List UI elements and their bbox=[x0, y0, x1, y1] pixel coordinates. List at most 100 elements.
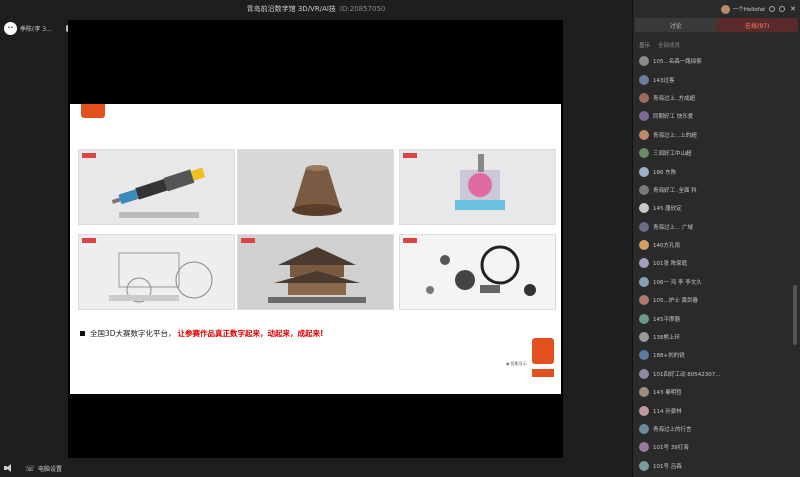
list-item[interactable]: 三闻好工中山超 bbox=[633, 144, 793, 162]
user-name-label: 186 东陈 bbox=[653, 169, 677, 176]
close-icon[interactable]: ✕ bbox=[790, 5, 796, 13]
list-item[interactable]: 143过客 bbox=[633, 70, 793, 88]
participant-panel: 一个Hellofat ✕ 讨论 在线(97) 显示 全部成员 105...名森一… bbox=[632, 0, 800, 477]
thumb-logo bbox=[403, 153, 417, 158]
user-list-scrollbar[interactable] bbox=[793, 285, 797, 345]
user-name-label: 188+刘的锐 bbox=[653, 353, 685, 360]
avatar bbox=[639, 442, 649, 453]
panel-header: 一个Hellofat ✕ bbox=[633, 0, 800, 18]
user-name-label: 138熊上环 bbox=[653, 335, 680, 342]
list-item[interactable]: 188+刘的锐 bbox=[633, 346, 793, 364]
video-stage: 全国3D大赛数字化平台， 让参赛作品真正数字起来，动起来，成起来! ◉ 投影显示 bbox=[68, 20, 563, 458]
caption-highlight: 让参赛作品真正数字起来，动起来，成起来! bbox=[177, 329, 324, 338]
thumb-exploded-model bbox=[399, 234, 556, 310]
list-item[interactable]: 105...护士 黄剑春 bbox=[633, 291, 793, 309]
user-name-label: 101号 39打海 bbox=[653, 445, 689, 452]
list-item[interactable]: 101号 吕森 bbox=[633, 457, 793, 475]
list-header-label: 显示 bbox=[639, 43, 651, 49]
slide-logo bbox=[81, 104, 105, 118]
user-name-label: 105...名森一路探索 bbox=[653, 59, 702, 66]
user-name-label: 101张 陈家庭 bbox=[653, 261, 688, 268]
user-name-label: 106一 鸿 李 李文久 bbox=[653, 279, 702, 286]
thumb-logo bbox=[241, 238, 255, 243]
meeting-app: 青岛前沿数字馆 3D/VR/AI技 ID:20857050 •• 季陈(李 3.… bbox=[0, 0, 800, 477]
avatar bbox=[639, 332, 649, 343]
avatar bbox=[639, 166, 649, 177]
slide-action-button[interactable] bbox=[532, 338, 554, 364]
tab-online[interactable]: 在线(97) bbox=[716, 18, 798, 32]
list-item[interactable]: 青海过上的行言 bbox=[633, 420, 793, 438]
avatar bbox=[639, 56, 649, 67]
avatar bbox=[639, 460, 649, 471]
user-name-label: 三闻好工中山超 bbox=[653, 151, 692, 158]
list-item[interactable]: 143 秦明哲 bbox=[633, 383, 793, 401]
user-avatar[interactable] bbox=[720, 4, 730, 14]
avatar bbox=[639, 276, 649, 287]
user-name-label: 143 秦明哲 bbox=[653, 390, 682, 397]
rocket-model-illustration bbox=[111, 167, 206, 218]
user-name-label: 青海过上的行言 bbox=[653, 427, 692, 433]
user-name-label: 105...护士 黄剑春 bbox=[653, 298, 698, 305]
user-name-label: 140方孔雨 bbox=[653, 243, 680, 250]
room-id: ID:20857050 bbox=[339, 5, 386, 13]
list-item[interactable]: 同期好工 快乐爱 bbox=[633, 107, 793, 125]
list-header: 显示 全部成员 bbox=[633, 38, 800, 52]
list-item[interactable]: 138熊上环 bbox=[633, 328, 793, 346]
thumb-logo bbox=[403, 238, 417, 243]
list-item[interactable]: 101张 陈家庭 bbox=[633, 254, 793, 272]
list-item[interactable]: 140方孔雨 bbox=[633, 236, 793, 254]
thumb-engine-model bbox=[399, 149, 556, 225]
list-item[interactable]: 114 孙景林 bbox=[633, 401, 793, 419]
user-name-label: 青海好工..全面 科 bbox=[653, 187, 697, 194]
tab-discussion[interactable]: 讨论 bbox=[635, 18, 717, 32]
user-name-label: 143过客 bbox=[653, 77, 675, 84]
thumb-logo bbox=[82, 153, 96, 158]
user-name-label: 114 孙景林 bbox=[653, 408, 682, 415]
avatar bbox=[639, 240, 649, 251]
user-name: 一个Hellofat bbox=[732, 7, 766, 13]
avatar bbox=[639, 258, 649, 269]
list-item[interactable]: 青海过上... 广域 bbox=[633, 218, 793, 236]
list-item[interactable]: 青海好工..全面 科 bbox=[633, 181, 793, 199]
avatar bbox=[639, 203, 649, 214]
loader-model-illustration bbox=[109, 252, 213, 303]
caption-prefix: 全国3D大赛数字化平台， bbox=[90, 329, 176, 338]
panel-tabs: 讨论 在线(97) bbox=[635, 18, 798, 32]
user-name-label: 101四好工动 80542307... bbox=[653, 371, 721, 378]
thumb-loader-model bbox=[78, 234, 235, 310]
list-item[interactable]: 105...名森一路探索 bbox=[633, 52, 793, 70]
avatar bbox=[639, 295, 649, 306]
avatar bbox=[639, 424, 649, 434]
user-name-label: 101号 吕森 bbox=[653, 463, 682, 470]
user-name-label: 青海过上... 广域 bbox=[653, 224, 693, 231]
avatar bbox=[639, 387, 649, 398]
settings-icon[interactable] bbox=[769, 6, 776, 12]
avatar bbox=[639, 92, 649, 103]
thumb-capsule-model bbox=[237, 149, 394, 225]
phone-icon[interactable]: ☏ bbox=[25, 464, 35, 473]
slide-caption: 全国3D大赛数字化平台， 让参赛作品真正数字起来，动起来，成起来! bbox=[80, 328, 323, 339]
avatar bbox=[639, 221, 649, 232]
list-item[interactable]: 145平摩器 bbox=[633, 309, 793, 327]
host-avatar[interactable]: •• bbox=[4, 21, 17, 35]
avatar bbox=[639, 74, 649, 85]
host-name: 季陈(李 3... bbox=[20, 25, 52, 33]
list-item[interactable]: 青海过上..方成超 bbox=[633, 89, 793, 107]
user-name-label: 145 唐欣定 bbox=[653, 206, 682, 213]
thumb-rocket-model bbox=[78, 149, 235, 225]
list-item[interactable]: 145 唐欣定 bbox=[633, 199, 793, 217]
speaker-icon[interactable] bbox=[4, 464, 13, 472]
list-filter[interactable]: 全部成员 bbox=[658, 41, 680, 49]
call-settings-label[interactable]: 电脑设置 bbox=[38, 464, 62, 473]
list-item[interactable]: 101四好工动 80542307... bbox=[633, 365, 793, 383]
list-item[interactable]: 101号 39打海 bbox=[633, 438, 793, 456]
thumb-logo bbox=[82, 238, 96, 243]
list-item[interactable]: 106一 鸿 李 李文久 bbox=[633, 273, 793, 291]
list-item[interactable]: 186 东陈 bbox=[633, 162, 793, 180]
avatar bbox=[639, 313, 649, 324]
user-name-label: 同期好工 快乐爱 bbox=[653, 114, 694, 121]
list-item[interactable]: 青海过上...上的超 bbox=[633, 126, 793, 144]
avatar bbox=[639, 368, 649, 379]
exploded-model-illustration bbox=[426, 245, 536, 296]
share-icon[interactable] bbox=[779, 6, 786, 12]
